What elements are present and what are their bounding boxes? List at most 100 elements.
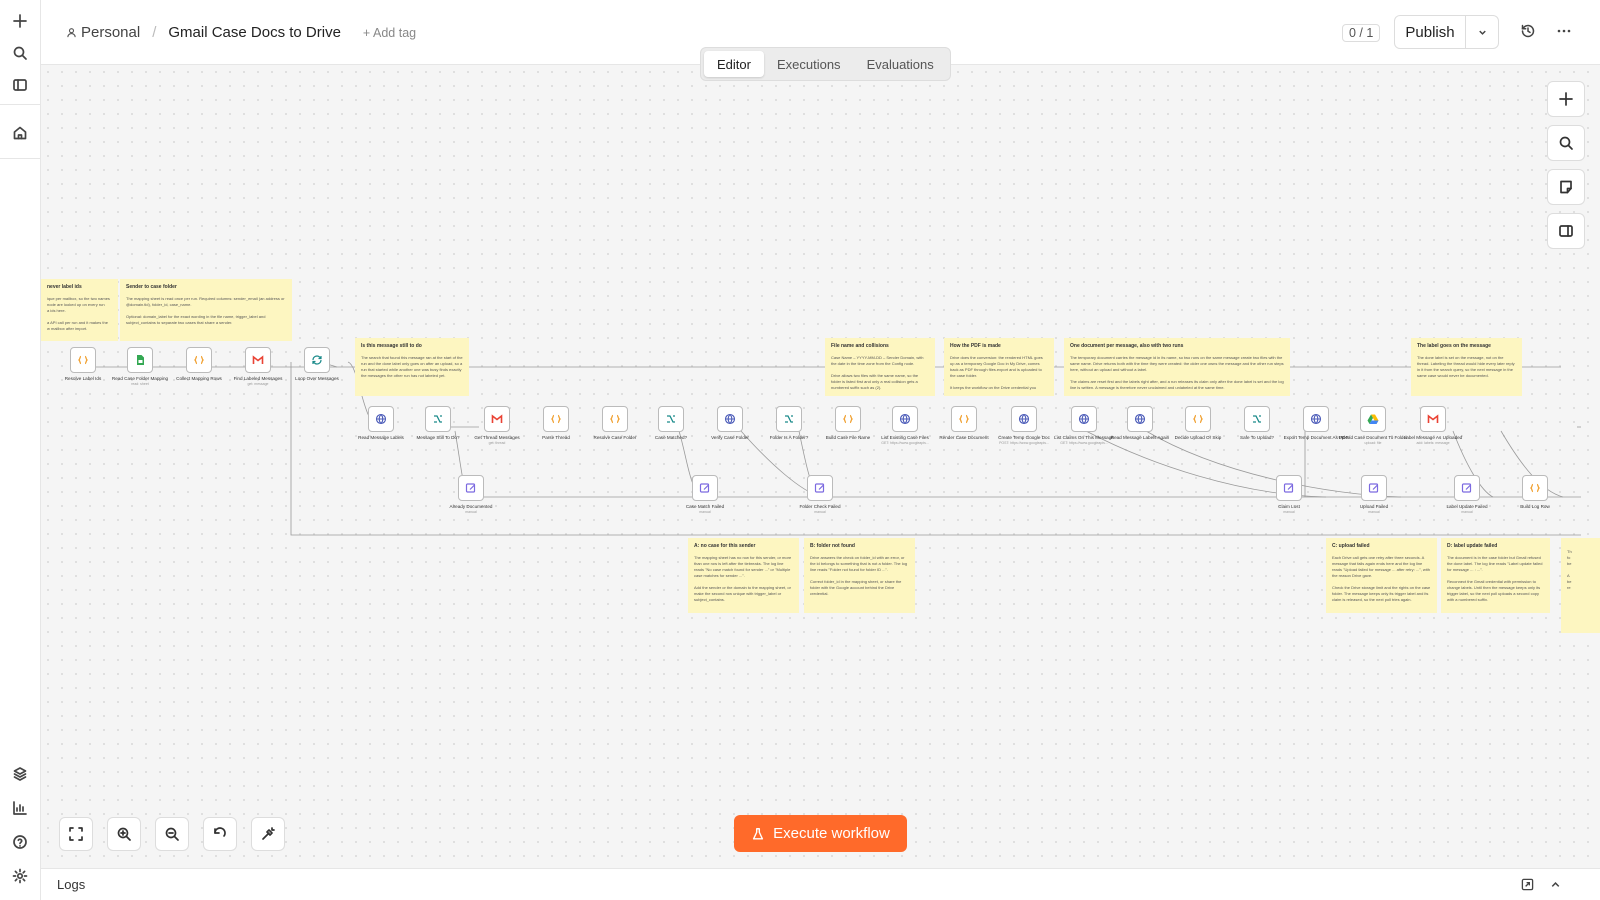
workflow-node[interactable] [835,406,861,432]
project-link[interactable]: Personal [81,24,140,41]
workflow-canvas[interactable]: never label ids ique per mailbox, so the … [41,65,1600,868]
node-label: Label Message As Uploaded add: labels: me… [1398,435,1468,446]
workflow-node[interactable] [1071,406,1097,432]
workflow-node[interactable] [304,347,330,373]
node-label: Claim Lost manual [1254,504,1324,515]
home-icon[interactable] [8,121,32,145]
panel-icon[interactable] [8,73,32,97]
workflow-node[interactable] [543,406,569,432]
sticky-note[interactable]: never label ids ique per mailbox, so the … [41,279,118,341]
workflow-node[interactable] [1185,406,1211,432]
tab-evaluations[interactable]: Evaluations [854,51,947,77]
plus-icon[interactable] [8,9,32,33]
node-label-text: Already Documented [449,504,493,509]
workflow-node[interactable] [1244,406,1270,432]
node-label-text: Get Thread Messages [474,435,520,440]
workflow-node[interactable] [807,475,833,501]
tidy-up-button[interactable] [251,817,285,851]
node-label: Upload Failed manual [1339,504,1409,515]
settings-icon[interactable] [8,864,32,888]
add-tag-link[interactable]: + Add tag [363,26,416,40]
sticky-note[interactable]: File name and collisions Case Name – YYYY… [825,338,935,396]
zoom-out-button[interactable] [155,817,189,851]
workflow-node[interactable] [368,406,394,432]
add-node-button[interactable] [1547,81,1585,117]
chevron-down-icon[interactable] [1466,16,1498,48]
sticky-note-title: The label goes on the message [1417,343,1491,349]
publish-button-group: Publish [1394,15,1499,49]
workflow-node[interactable] [1360,406,1386,432]
set-node-icon [1461,483,1472,493]
sticky-note[interactable]: Is this message still to do The search th… [355,338,469,396]
sticky-note-button[interactable] [1547,169,1585,205]
reset-zoom-button[interactable] [203,817,237,851]
publish-button[interactable]: Publish [1395,16,1466,48]
sticky-note[interactable]: C: upload failed Each Drive call gets one… [1326,538,1437,613]
workflow-name[interactable]: Gmail Case Docs to Drive [168,24,341,41]
workflow-node[interactable] [658,406,684,432]
sticky-note[interactable]: B: folder not found Drive answers the che… [804,538,915,613]
sticky-note-title: Is this message still to do [361,343,422,349]
workflow-node[interactable] [892,406,918,432]
sticky-note[interactable]: The label goes on the message The done la… [1411,338,1522,396]
help-icon[interactable] [8,830,32,854]
sticky-note-title: D: label update failed [1447,543,1498,549]
workflow-node[interactable] [1127,406,1153,432]
workflow-node[interactable] [1420,406,1446,432]
tab-executions[interactable]: Executions [764,51,854,77]
sticky-note[interactable]: D: label update failed The document is in… [1441,538,1550,613]
node-label-text: Build Case File Name [825,435,871,440]
workflow-node[interactable] [186,347,212,373]
workflow-node[interactable] [1011,406,1037,432]
insights-icon[interactable] [8,796,32,820]
workflow-node[interactable] [1303,406,1329,432]
workflow-node[interactable] [776,406,802,432]
sticky-note[interactable]: A: no case for this sender The mapping sh… [688,538,799,613]
node-label-text: Safe To Upload? [1240,435,1274,440]
workflow-node[interactable] [1522,475,1548,501]
code-node-icon [77,355,89,365]
workflow-node[interactable] [951,406,977,432]
workflow-node[interactable] [602,406,628,432]
workflow-node[interactable] [1454,475,1480,501]
breadcrumb: Personal / Gmail Case Docs to Drive + Ad… [66,24,416,41]
workflow-node[interactable] [425,406,451,432]
execute-workflow-button[interactable]: Execute workflow [734,815,907,852]
fit-view-button[interactable] [59,817,93,851]
search-icon[interactable] [8,41,32,65]
templates-icon[interactable] [8,762,32,786]
popout-icon[interactable] [1521,878,1534,896]
code-node-icon [842,414,854,424]
toggle-panel-button[interactable] [1547,213,1585,249]
code-node-icon [958,414,970,424]
node-label-text: Claim Lost [1278,504,1300,509]
search-nodes-button[interactable] [1547,125,1585,161]
sticky-note[interactable]: Th fo be A be re [1561,538,1600,633]
logs-panel[interactable]: Logs [41,868,1600,900]
node-label-text: List Existing Case Files [881,435,929,440]
user-icon [67,28,76,38]
workflow-node[interactable] [245,347,271,373]
workflow-node[interactable] [484,406,510,432]
node-subtitle: manual [814,509,826,514]
workflow-node[interactable] [1276,475,1302,501]
chevron-up-icon[interactable] [1549,878,1562,896]
workflow-node[interactable] [127,347,153,373]
sticky-note[interactable]: Sender to case folder The mapping sheet i… [120,279,292,341]
workflow-node[interactable] [692,475,718,501]
sticky-note-body: ique per mailbox, so the two names node … [47,296,110,331]
history-icon[interactable] [1520,23,1536,44]
sticky-note[interactable]: One document per message, also with two … [1064,338,1290,396]
zoom-in-button[interactable] [107,817,141,851]
sticky-note[interactable]: How the PDF is made Drive does the conver… [944,338,1054,396]
tab-editor[interactable]: Editor [704,51,764,77]
node-subtitle: manual [465,509,477,514]
sticky-note-body: Th fo be A be re [1567,549,1572,590]
loop-node-icon [312,355,322,365]
workflow-node[interactable] [458,475,484,501]
left-sidebar [0,0,41,900]
workflow-node[interactable] [70,347,96,373]
workflow-node[interactable] [1361,475,1387,501]
workflow-node[interactable] [717,406,743,432]
more-options-icon[interactable] [1556,23,1572,44]
